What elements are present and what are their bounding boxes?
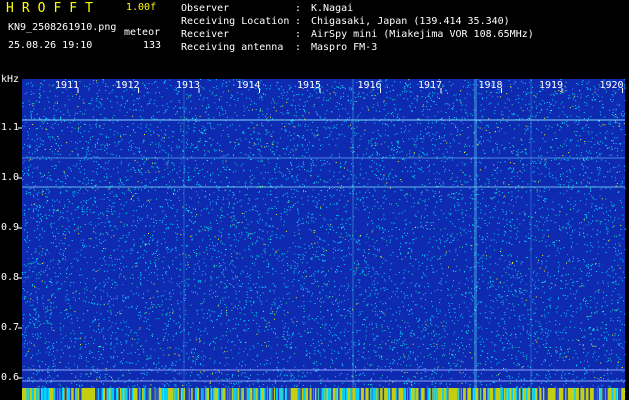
spectrogram-svg xyxy=(18,79,626,400)
time-tick-label: 1917 xyxy=(418,80,443,91)
interference-band xyxy=(530,79,532,388)
time-tick-label: 1920 xyxy=(599,80,624,91)
freq-tick-label: 1.0 xyxy=(1,172,20,183)
time-tick-label: 1913 xyxy=(176,80,201,91)
time-tick-label: 1911 xyxy=(55,80,80,91)
freq-tick-label: 0.8 xyxy=(1,272,20,283)
time-tick-label: 1916 xyxy=(357,80,382,91)
frequency-unit: kHz xyxy=(1,74,20,85)
interference-band xyxy=(352,79,354,388)
interference-band xyxy=(474,79,477,388)
interference-band xyxy=(183,79,185,388)
time-tick-label: 1919 xyxy=(539,80,564,91)
time-tick-label: 1915 xyxy=(297,80,322,91)
time-tick-label: 1912 xyxy=(115,80,140,91)
freq-tick-label: 0.6 xyxy=(1,372,20,383)
freq-tick-label: 1.1 xyxy=(1,122,20,133)
freq-tick-label: 0.9 xyxy=(1,222,20,233)
freq-tick-label: 0.7 xyxy=(1,322,20,333)
time-tick-label: 1918 xyxy=(478,80,503,91)
time-tick-label: 1914 xyxy=(236,80,261,91)
